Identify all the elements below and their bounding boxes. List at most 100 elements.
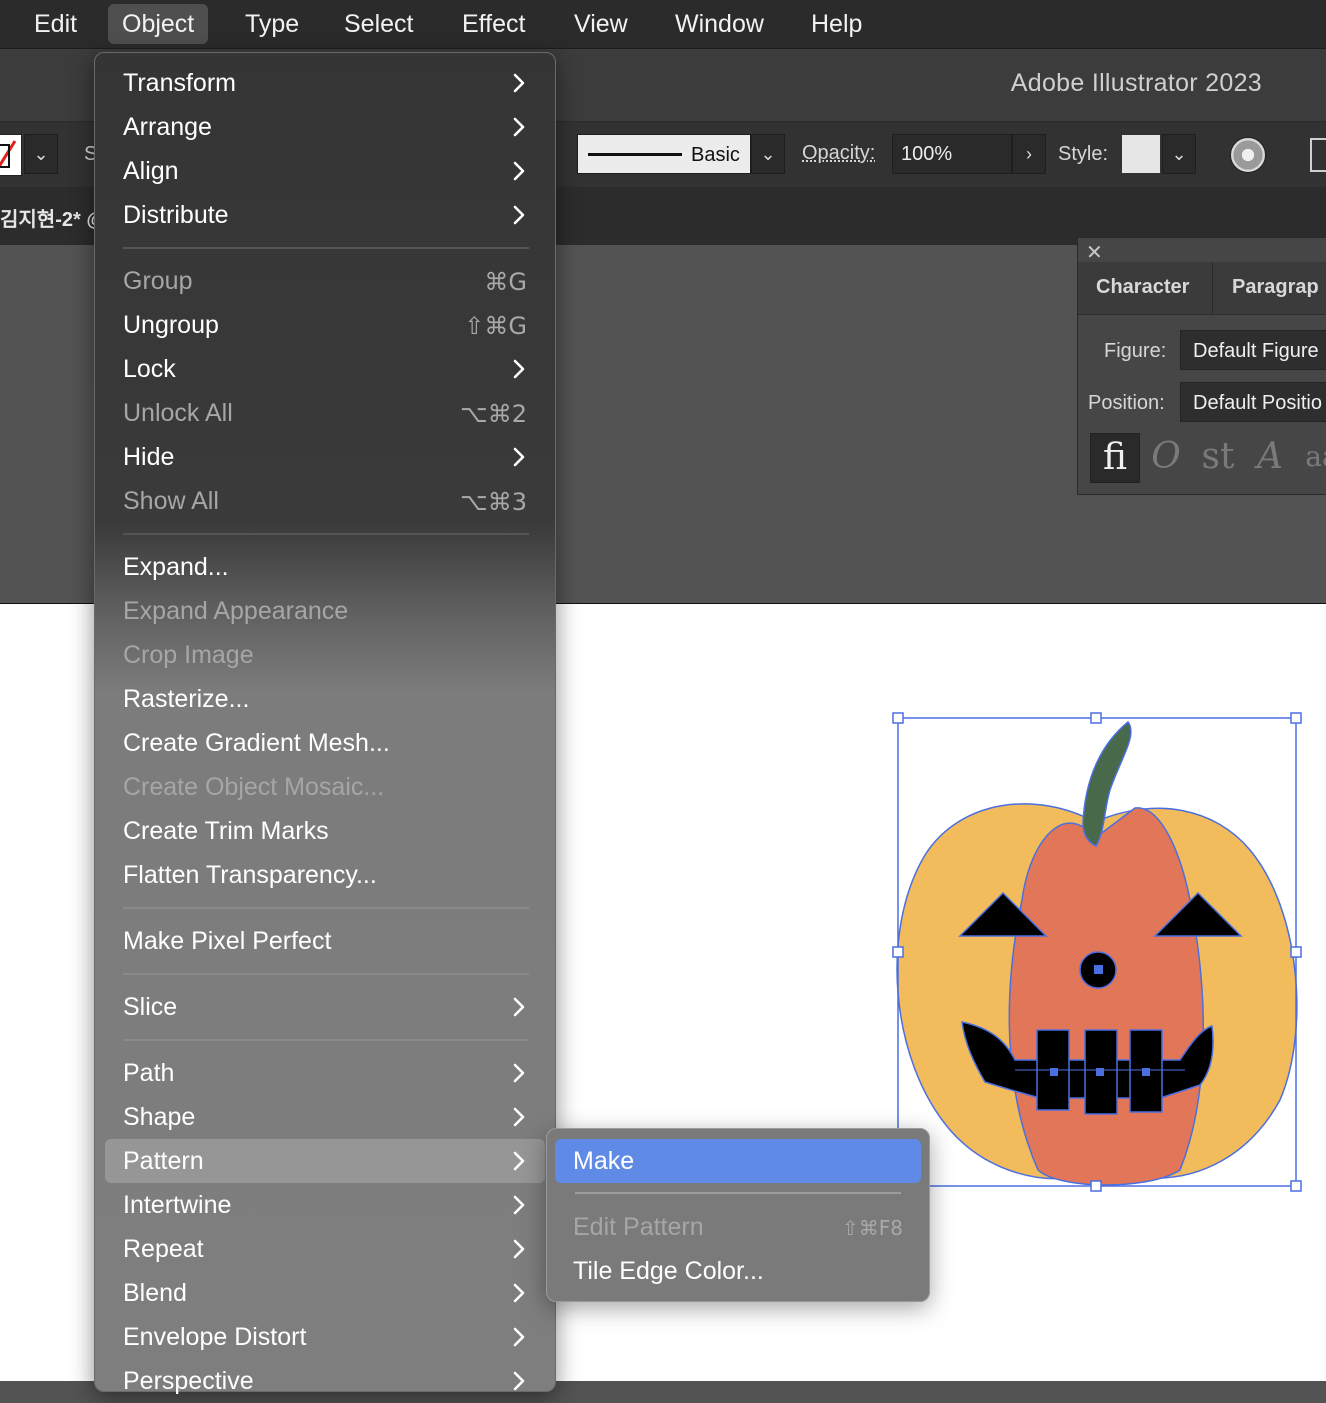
menu-item-blend[interactable]: Blend	[105, 1271, 545, 1315]
menu-edit[interactable]: Edit	[20, 4, 91, 44]
menu-item-label: Make	[573, 1147, 635, 1175]
chevron-down-icon: ⌄	[1171, 143, 1187, 164]
menu-item-label: Transform	[123, 69, 236, 97]
menu-item-label: Expand Appearance	[123, 597, 349, 625]
tab-paragraph[interactable]: Paragrap	[1232, 276, 1319, 299]
menu-item-group[interactable]: Group ⌘G	[105, 259, 545, 303]
menu-item-label: Edit Pattern	[573, 1213, 704, 1241]
menu-item-path[interactable]: Path	[105, 1051, 545, 1095]
fill-dropdown[interactable]: ⌄	[24, 134, 58, 174]
menu-separator	[123, 247, 529, 249]
menu-item-show-all[interactable]: Show All ⌥⌘3	[105, 479, 545, 523]
stroke-line-preview	[588, 153, 682, 156]
opacity-input[interactable]: 100%	[892, 134, 1012, 174]
pumpkin-artwork[interactable]	[880, 700, 1310, 1200]
menu-item-expand[interactable]: Expand...	[105, 545, 545, 589]
stroke-style-value: Basic	[691, 144, 740, 166]
graphic-style-dropdown[interactable]: ⌄	[1162, 134, 1196, 174]
opacity-label[interactable]: Opacity:	[802, 142, 875, 165]
shortcut-label: ⌥⌘3	[460, 488, 527, 516]
menu-item-label: Make Pixel Perfect	[123, 927, 332, 955]
menu-item-flatten-transparency[interactable]: Flatten Transparency...	[105, 853, 545, 897]
shortcut-label: ⇧⌘G	[464, 312, 527, 340]
ligatures-button[interactable]: fi	[1090, 433, 1140, 483]
menu-item-label: Blend	[123, 1279, 187, 1307]
recolor-artwork-icon[interactable]	[1230, 137, 1266, 173]
menu-item-label: Hide	[123, 443, 175, 471]
menu-separator	[123, 533, 529, 535]
stroke-style-selector[interactable]: Basic	[577, 134, 751, 174]
menu-item-ungroup[interactable]: Ungroup ⇧⌘G	[105, 303, 545, 347]
menu-item-align[interactable]: Align	[105, 149, 545, 193]
submenu-item-edit-pattern[interactable]: Edit Pattern ⇧⌘F8	[555, 1205, 921, 1249]
menu-item-lock[interactable]: Lock	[105, 347, 545, 391]
menu-item-label: Repeat	[123, 1235, 204, 1263]
menu-item-crop-image[interactable]: Crop Image	[105, 633, 545, 677]
document-tab[interactable]: 김지현-2* @	[0, 203, 106, 232]
menu-item-perspective[interactable]: Perspective	[105, 1359, 545, 1403]
menu-item-label: Shape	[123, 1103, 196, 1131]
menu-item-expand-appearance[interactable]: Expand Appearance	[105, 589, 545, 633]
chevron-right-icon	[509, 203, 529, 227]
menu-item-create-gradient-mesh[interactable]: Create Gradient Mesh...	[105, 721, 545, 765]
chevron-right-icon	[509, 1281, 529, 1305]
shortcut-label: ⌘G	[484, 268, 527, 296]
menu-window[interactable]: Window	[661, 4, 778, 44]
chevron-right-icon	[509, 1369, 529, 1393]
menu-item-label: Arrange	[123, 113, 212, 141]
tab-divider	[1212, 262, 1213, 314]
menu-item-intertwine[interactable]: Intertwine	[105, 1183, 545, 1227]
submenu-item-make[interactable]: Make	[555, 1139, 921, 1183]
submenu-item-tile-edge-color[interactable]: Tile Edge Color...	[555, 1249, 921, 1293]
fill-swatch[interactable]	[0, 134, 22, 176]
chevron-right-icon	[509, 1325, 529, 1349]
opacity-arrow-button[interactable]: ›	[1012, 134, 1046, 174]
chevron-right-icon	[509, 1237, 529, 1261]
position-label: Position:	[1088, 392, 1165, 414]
swash-button[interactable]: A	[1246, 433, 1294, 481]
menu-item-make-pixel-perfect[interactable]: Make Pixel Perfect	[105, 919, 545, 963]
menu-help[interactable]: Help	[797, 4, 876, 44]
menu-item-label: Rasterize...	[123, 685, 250, 713]
menu-type[interactable]: Type	[231, 4, 313, 44]
graphic-style-swatch[interactable]	[1122, 135, 1160, 173]
stroke-style-dropdown[interactable]: ⌄	[751, 134, 785, 174]
menu-item-create-object-mosaic[interactable]: Create Object Mosaic...	[105, 765, 545, 809]
menu-item-shape[interactable]: Shape	[105, 1095, 545, 1139]
menu-item-create-trim-marks[interactable]: Create Trim Marks	[105, 809, 545, 853]
menu-item-rasterize[interactable]: Rasterize...	[105, 677, 545, 721]
tab-character[interactable]: Character	[1096, 276, 1189, 299]
position-select[interactable]: Default Positio	[1180, 382, 1326, 422]
panel-tabs: Character Paragrap	[1078, 262, 1326, 315]
menu-item-repeat[interactable]: Repeat	[105, 1227, 545, 1271]
chevron-right-icon	[509, 1193, 529, 1217]
contextual-alternates-button[interactable]: O	[1142, 433, 1190, 481]
menu-item-hide[interactable]: Hide	[105, 435, 545, 479]
menu-item-transform[interactable]: Transform	[105, 61, 545, 105]
character-panel: ✕ Character Paragrap Figure: Default Fig…	[1077, 237, 1326, 495]
menu-item-envelope-distort[interactable]: Envelope Distort	[105, 1315, 545, 1359]
chevron-right-icon	[509, 159, 529, 183]
menu-select[interactable]: Select	[330, 4, 427, 44]
menu-item-arrange[interactable]: Arrange	[105, 105, 545, 149]
menu-item-slice[interactable]: Slice	[105, 985, 545, 1029]
menu-item-label: Create Trim Marks	[123, 817, 329, 845]
menu-item-label: Perspective	[123, 1367, 254, 1395]
stylistic-alternates-button[interactable]: aa	[1298, 433, 1326, 481]
discretionary-ligatures-button[interactable]: st	[1194, 433, 1242, 481]
menu-view[interactable]: View	[560, 4, 642, 44]
menu-item-distribute[interactable]: Distribute	[105, 193, 545, 237]
figure-select[interactable]: Default Figure	[1180, 330, 1326, 370]
menu-item-pattern[interactable]: Pattern	[105, 1139, 545, 1183]
menu-object[interactable]: Object	[108, 4, 209, 44]
menu-separator	[123, 1039, 529, 1041]
menu-item-label: Path	[123, 1059, 175, 1087]
style-label: Style:	[1058, 143, 1109, 165]
align-icon[interactable]	[1310, 138, 1326, 172]
menu-effect[interactable]: Effect	[448, 4, 539, 44]
menu-item-label: Create Gradient Mesh...	[123, 729, 390, 757]
menu-item-label: Intertwine	[123, 1191, 232, 1219]
chevron-right-icon	[509, 115, 529, 139]
menu-item-label: Lock	[123, 355, 176, 383]
menu-item-unlock-all[interactable]: Unlock All ⌥⌘2	[105, 391, 545, 435]
